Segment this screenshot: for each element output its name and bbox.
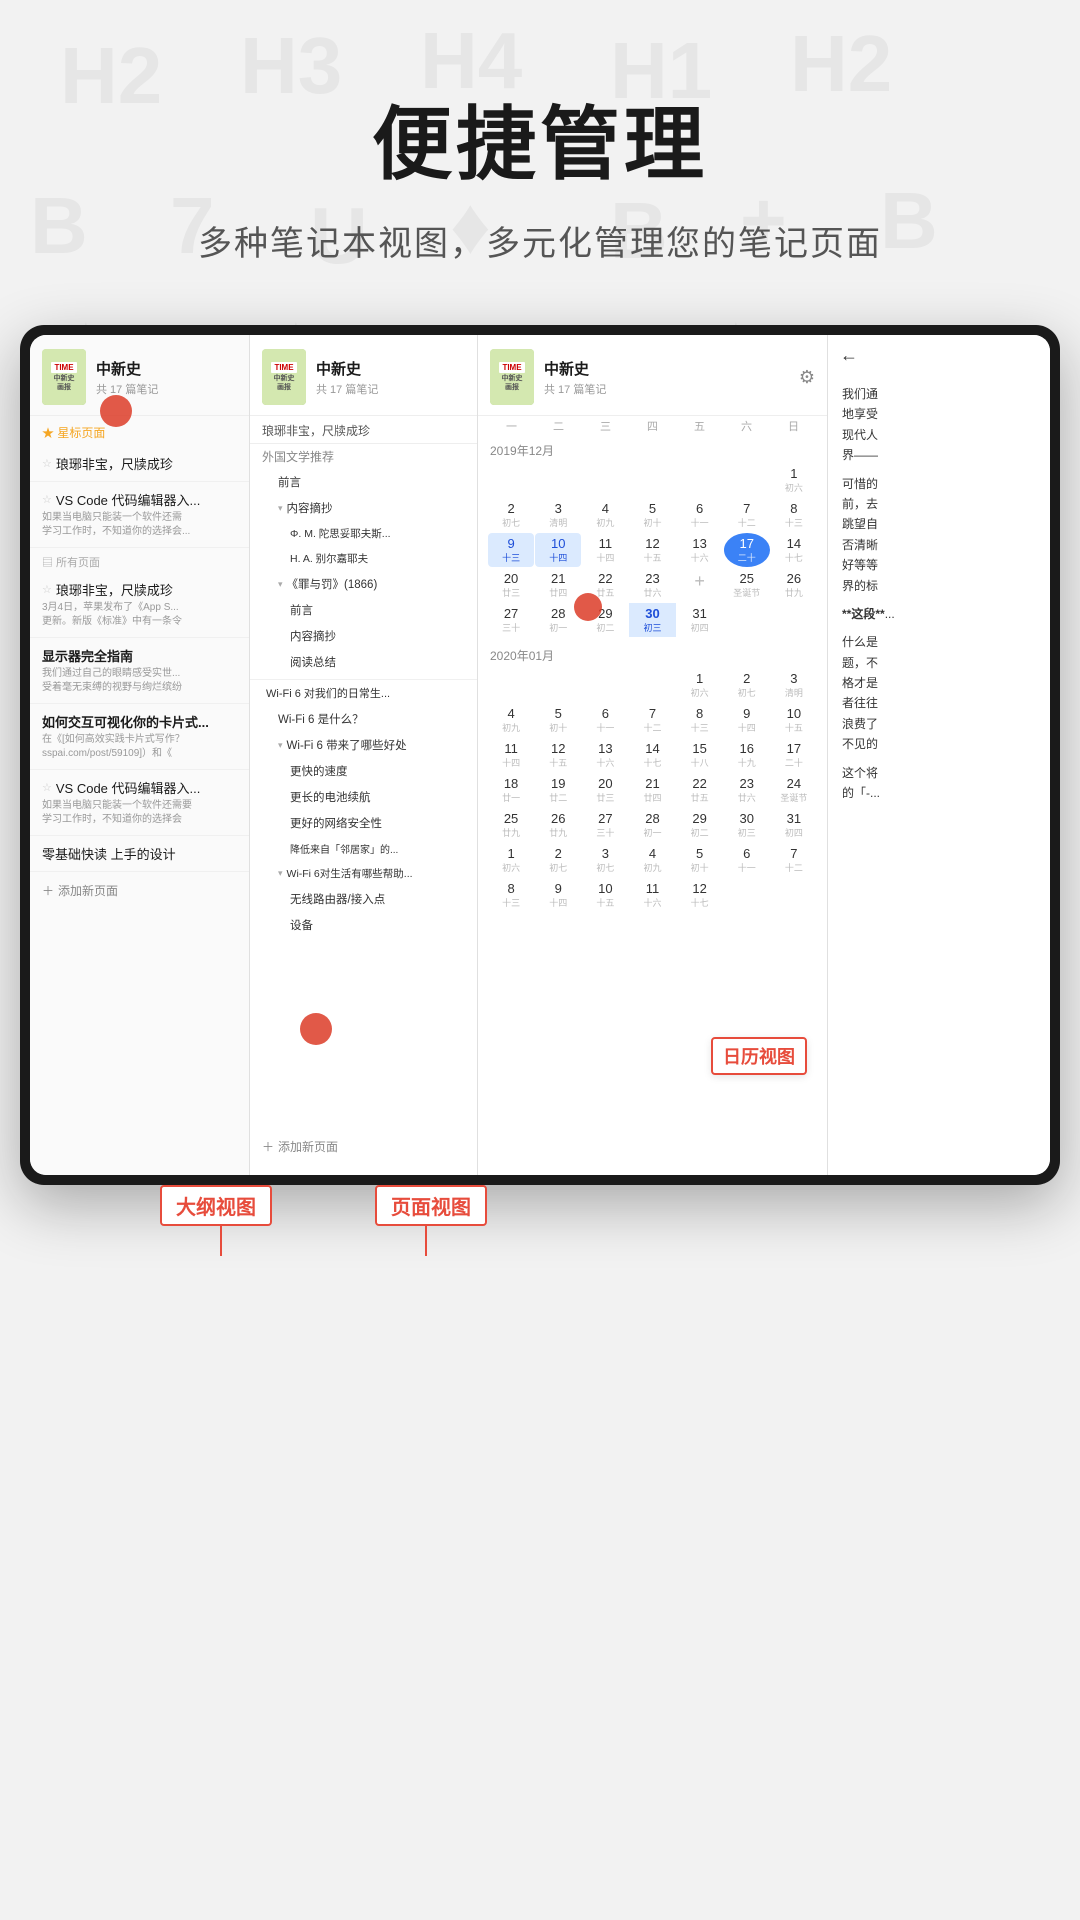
item-excerpt: 如果当电脑只能装一个软件还需要学习工作时，不知道你的选择会 xyxy=(42,799,237,827)
item-title: 零基础快读 上手的设计 xyxy=(42,844,237,863)
cal-weekdays: 一 二 三 四 五 六 日 xyxy=(478,416,827,436)
tablet-frame: TIME 中新史画报 中新史 共 17 篇笔记 ★ 星标页面 xyxy=(20,325,1060,1185)
outline-item[interactable]: ▾ Wi-Fi 6对生活有哪些帮助... xyxy=(250,861,477,886)
outline-item[interactable]: ▾《罪与罚》(1866) xyxy=(250,571,477,597)
calendar-view-annotation: 日历视图 xyxy=(711,1037,807,1075)
list-notebook-info: 中新史 共 17 篇笔记 xyxy=(96,358,158,397)
annotation-area: 大纲视图 页面视图 xyxy=(20,1165,1060,1345)
outline-item[interactable]: 阅读总结 xyxy=(250,649,477,675)
page-view-annotation: 页面视图 xyxy=(375,1185,487,1256)
touch-indicator-2 xyxy=(300,1013,332,1045)
item-title: 显示器完全指南 xyxy=(42,646,237,665)
add-page-button[interactable]: ＋ 添加新页面 xyxy=(30,872,249,909)
touch-indicator-1 xyxy=(100,395,132,427)
outline-item[interactable]: 设备 xyxy=(250,912,477,938)
item-title: ☆ VS Code 代码编辑器入... xyxy=(42,778,237,797)
item-excerpt: 我们通过自己的眼睛感受实世...受着毫无束缚的视野与绚烂缤纷 xyxy=(42,667,237,695)
item-title: ☆ 琅琊非宝，尺牍成珍 xyxy=(42,454,237,473)
outline-item[interactable]: 无线路由器/接入点 xyxy=(250,886,477,912)
outline-notebook-cover: TIME 中新史画报 xyxy=(262,349,306,405)
item-excerpt: 如果当电脑只能装一个软件还需学习工作时，不知道你的选择会... xyxy=(42,511,237,539)
outline-notebook-header: TIME 中新史画报 中新史 共 17 篇笔记 xyxy=(250,335,477,416)
cal-grid-dec: 1初六 2初七 3清明 4初九 5初十 6十一 7十二 8十三 9十三 10十四… xyxy=(478,463,827,637)
reading-content: 我们通地享受现代人界—— 可惜的前，去跳望自否清晰好等等界的标 **这段**..… xyxy=(828,376,1050,819)
list-item[interactable]: ☆ 琅琊非宝，尺牍成珍 xyxy=(30,446,249,482)
outline-view-annotation: 大纲视图 xyxy=(160,1185,272,1256)
outline-item[interactable]: 更长的电池续航 xyxy=(250,784,477,810)
list-notebook-name: 中新史 xyxy=(96,358,158,379)
outline-notebook-count: 共 17 篇笔记 xyxy=(316,381,378,397)
cal-month-label-2: 2020年01月 xyxy=(478,643,827,668)
list-item[interactable]: 显示器完全指南 我们通过自己的眼睛感受实世...受着毫无束缚的视野与绚烂缤纷 xyxy=(30,638,249,704)
cal-notebook-cover: TIME 中新史画报 xyxy=(490,349,534,405)
panel-list: TIME 中新史画报 中新史 共 17 篇笔记 ★ 星标页面 xyxy=(30,335,250,1175)
outline-item[interactable]: 外国文学推荐 xyxy=(250,444,477,469)
outline-item[interactable]: ▾ Wi-Fi 6 带来了哪些好处 xyxy=(250,732,477,758)
section-header: ▤ 所有页面 xyxy=(30,548,249,572)
outline-item[interactable]: H. A. 别尔嘉耶夫 xyxy=(250,546,477,571)
cal-notebook-header: TIME 中新史画报 中新史 共 17 篇笔记 ⚙ xyxy=(478,335,827,416)
back-arrow-icon[interactable]: ← xyxy=(840,345,858,366)
panel-reading: ← 我们通地享受现代人界—— 可惜的前，去跳望自否清晰好等等界的标 **这段**… xyxy=(828,335,1050,1175)
outline-notebook-name: 中新史 xyxy=(316,358,378,379)
list-notebook-count: 共 17 篇笔记 xyxy=(96,381,158,397)
settings-icon[interactable]: ⚙ xyxy=(799,367,815,388)
outline-item[interactable]: 降低来自「邻居家」的... xyxy=(250,836,477,861)
item-excerpt: 3月4日，苹果发布了《App S...更新。新版《标准》中有一条令 xyxy=(42,601,237,629)
outline-notebook-info: 中新史 共 17 篇笔记 xyxy=(316,358,378,397)
outline-item[interactable]: Wi-Fi 6 对我们的日常生... xyxy=(250,679,477,706)
header-section: 便捷管理 多种笔记本视图，多元化管理您的笔记页面 xyxy=(0,0,1080,325)
star-section: ★ 星标页面 xyxy=(30,416,249,446)
list-item[interactable]: 零基础快读 上手的设计 xyxy=(30,836,249,872)
item-excerpt: 在《[如何高效实践卡片式写作？sspai.com/post/59109]）和《 xyxy=(42,733,237,761)
item-title: ☆ VS Code 代码编辑器入... xyxy=(42,490,237,509)
outline-item[interactable]: Φ. M. 陀思妥耶夫斯... xyxy=(250,521,477,546)
tablet-inner: TIME 中新史画报 中新史 共 17 篇笔记 ★ 星标页面 xyxy=(30,335,1050,1175)
list-item[interactable]: ☆ VS Code 代码编辑器入... 如果当电脑只能装一个软件还需要学习工作时… xyxy=(30,770,249,836)
outline-item[interactable]: 内容摘抄 xyxy=(250,623,477,649)
outline-item[interactable]: 前言 xyxy=(250,469,477,495)
outline-item[interactable]: 更快的速度 xyxy=(250,758,477,784)
reading-nav: ← xyxy=(828,335,1050,376)
outline-add-page[interactable]: ＋ 添加新页面 xyxy=(250,1128,477,1165)
list-item[interactable]: 如何交互可视化你的卡片式... 在《[如何高效实践卡片式写作？sspai.com… xyxy=(30,704,249,770)
cal-notebook-count: 共 17 篇笔记 xyxy=(544,381,606,397)
item-title: ☆ 琅琊非宝，尺牍成珍 xyxy=(42,580,237,599)
list-item[interactable]: ☆ 琅琊非宝，尺牍成珍 3月4日，苹果发布了《App S...更新。新版《标准》… xyxy=(30,572,249,638)
cal-month-label: 2019年12月 xyxy=(478,438,827,463)
list-notebook-cover: TIME 中新史画报 xyxy=(42,349,86,405)
sub-title: 多种笔记本视图，多元化管理您的笔记页面 xyxy=(0,216,1080,265)
main-title: 便捷管理 xyxy=(0,80,1080,196)
outline-item[interactable]: 前言 xyxy=(250,597,477,623)
panel-outline: TIME 中新史画报 中新史 共 17 篇笔记 琅琊非宝，尺牍成珍 外国文学推荐… xyxy=(250,335,478,1175)
device-area: TIME 中新史画报 中新史 共 17 篇笔记 ★ 星标页面 xyxy=(10,325,1070,1345)
list-item[interactable]: ☆ VS Code 代码编辑器入... 如果当电脑只能装一个软件还需学习工作时，… xyxy=(30,482,249,548)
list-notebook-header: TIME 中新史画报 中新史 共 17 篇笔记 xyxy=(30,335,249,416)
outline-item[interactable]: ▾ 内容摘抄 xyxy=(250,495,477,521)
outline-item[interactable]: 更好的网络安全性 xyxy=(250,810,477,836)
outline-page-title: 琅琊非宝，尺牍成珍 xyxy=(250,416,477,444)
outline-item[interactable]: Wi-Fi 6 是什么？ xyxy=(250,706,477,732)
panel-calendar: TIME 中新史画报 中新史 共 17 篇笔记 ⚙ 一 二 三 四 xyxy=(478,335,828,1175)
cal-notebook-name: 中新史 xyxy=(544,358,606,379)
cal-notebook-info: 中新史 共 17 篇笔记 xyxy=(544,358,606,397)
star-label: ★ 星标页面 xyxy=(42,426,105,440)
item-title: 如何交互可视化你的卡片式... xyxy=(42,712,237,731)
cal-grid-jan: 1初六 2初七 3清明 4初九 5初十 6十一 7十二 8十三 9十四 10十五… xyxy=(478,668,827,912)
